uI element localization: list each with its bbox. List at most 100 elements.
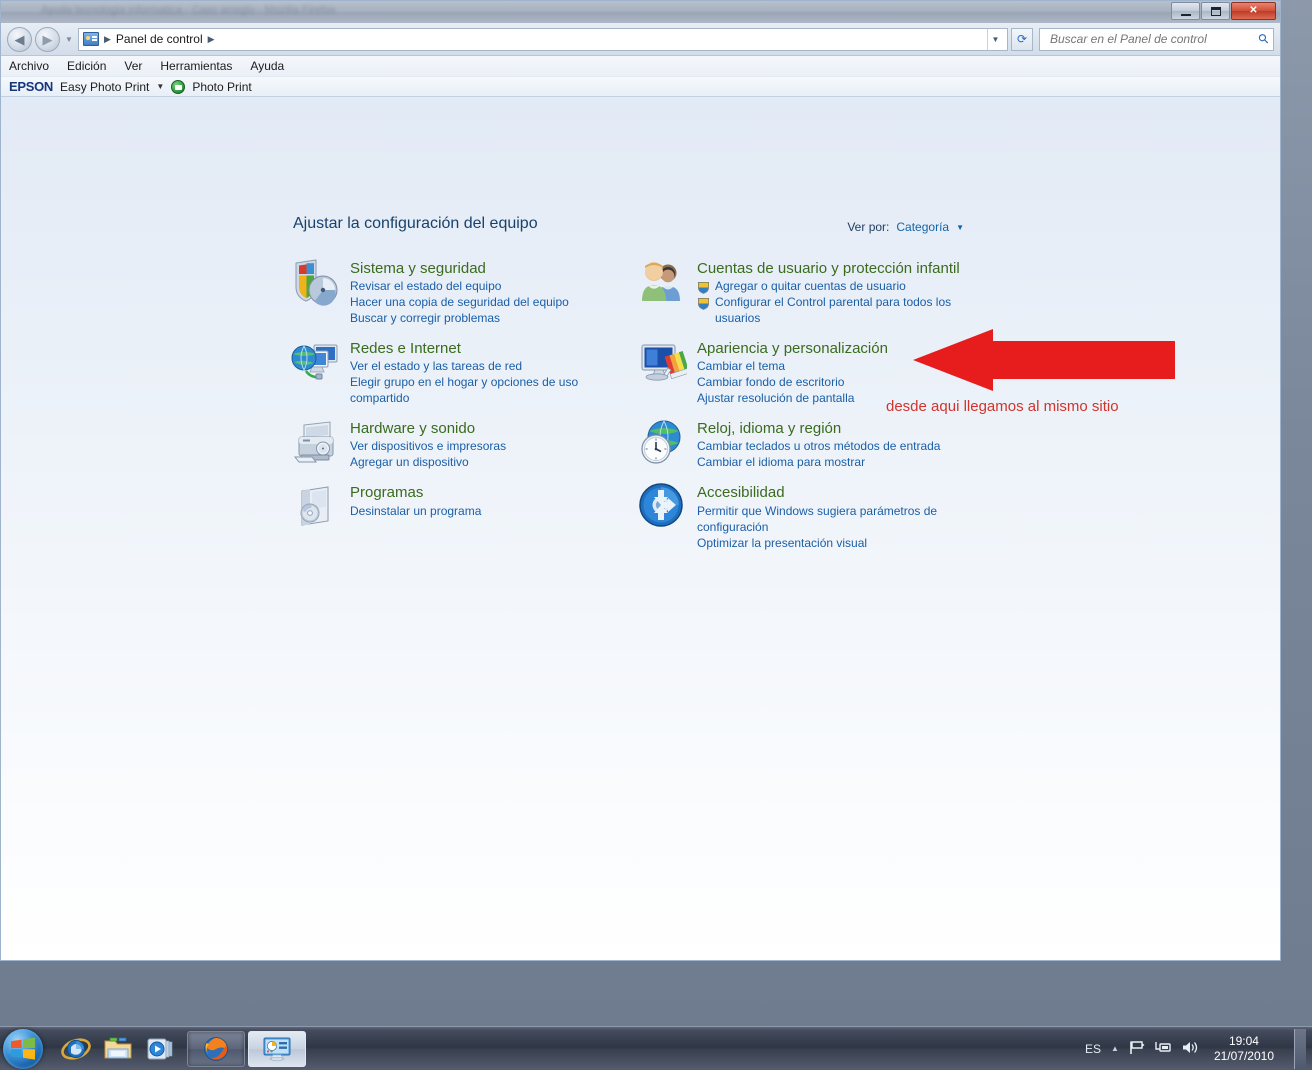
menu-ver[interactable]: Ver xyxy=(124,59,142,73)
accessibility-icon[interactable] xyxy=(637,481,687,531)
printer-icon[interactable] xyxy=(290,417,340,467)
breadcrumb-bar[interactable]: ▶ Panel de control ▶ ▼ xyxy=(78,27,1008,51)
category-link[interactable]: Desinstalar un programa xyxy=(350,504,481,520)
red-left-arrow-icon xyxy=(913,329,1175,396)
firefox-taskbar-button[interactable] xyxy=(187,1030,245,1067)
forward-button[interactable]: ▶ xyxy=(35,26,60,52)
control-panel-icon xyxy=(83,32,99,46)
category-programas: Programas Desinstalar un programa xyxy=(290,481,635,531)
flag-action-center-icon[interactable] xyxy=(1129,1040,1145,1058)
breadcrumb-item-control-panel[interactable]: Panel de control xyxy=(116,32,203,46)
show-hidden-icons-button[interactable]: ▲ xyxy=(1111,1044,1119,1053)
maximize-button[interactable] xyxy=(1201,2,1230,20)
window-title: Ayuda tecnologia informatica - Caso arre… xyxy=(41,4,336,16)
category-link[interactable]: Revisar el estado del equipo xyxy=(350,279,569,295)
programs-box-icon[interactable] xyxy=(290,481,340,531)
category-body: Programas Desinstalar un programa xyxy=(350,481,481,531)
category-title[interactable]: Accesibilidad xyxy=(697,484,959,501)
category-title[interactable]: Hardware y sonido xyxy=(350,420,506,437)
category-title[interactable]: Cuentas de usuario y protección infantil xyxy=(697,260,960,277)
annotation-text: desde aqui llegamos al mismo sitio xyxy=(886,398,1119,415)
page-title: Ajustar la configuración del equipo xyxy=(293,215,538,232)
category-link[interactable]: Elegir grupo en el hogar y opciones de u… xyxy=(350,375,612,407)
media-player-icon[interactable] xyxy=(141,1031,179,1067)
category-column-left: Sistema y seguridad Revisar el estado de… xyxy=(290,257,635,561)
window-titlebar: Ayuda tecnologia informatica - Caso arre… xyxy=(1,1,1280,23)
category-link[interactable]: Agregar o quitar cuentas de usuario xyxy=(697,279,959,295)
back-button[interactable]: ◀ xyxy=(7,26,32,52)
menu-ayuda[interactable]: Ayuda xyxy=(250,59,284,73)
breadcrumb-separator-icon[interactable]: ▶ xyxy=(207,34,216,45)
start-button[interactable] xyxy=(3,1028,43,1069)
view-by-label: Ver por: xyxy=(847,220,890,234)
view-by-value[interactable]: Categoría xyxy=(896,220,949,234)
category-link[interactable]: Permitir que Windows sugiera parámetros … xyxy=(697,504,959,536)
minimize-button[interactable] xyxy=(1171,2,1200,20)
link-label: Configurar el Control parental para todo… xyxy=(715,295,952,326)
category-title[interactable]: Programas xyxy=(350,484,481,501)
category-link[interactable]: Ver el estado y las tareas de red xyxy=(350,359,612,375)
search-input[interactable] xyxy=(1048,31,1260,47)
menu-archivo[interactable]: Archivo xyxy=(9,59,49,73)
clock-date: 21/07/2010 xyxy=(1213,1048,1274,1063)
category-link[interactable]: Optimizar la presentación visual xyxy=(697,536,959,552)
menu-herramientas[interactable]: Herramientas xyxy=(160,59,232,73)
category-title[interactable]: Redes e Internet xyxy=(350,340,612,357)
category-link[interactable]: Ajustar resolución de pantalla xyxy=(697,391,888,407)
link-label: Agregar o quitar cuentas de usuario xyxy=(715,279,906,294)
desktop: Ayuda tecnologia informatica - Caso arre… xyxy=(0,0,1312,1070)
category-link[interactable]: Buscar y corregir problemas xyxy=(350,311,569,327)
category-link[interactable]: Configurar el Control parental para todo… xyxy=(697,295,959,327)
language-indicator[interactable]: ES xyxy=(1085,1042,1101,1056)
network-icon[interactable] xyxy=(1155,1040,1171,1058)
quick-launch xyxy=(57,1031,179,1067)
system-tray: ES ▲ 19:04 21/07/2010 xyxy=(1085,1028,1312,1069)
chevron-down-icon[interactable]: ▼ xyxy=(956,223,964,232)
address-bar: ◀ ▶ ▼ ▶ Panel de control ▶ ▼ ⟳ ⚲ xyxy=(1,23,1280,56)
network-globe-icon[interactable] xyxy=(290,337,340,387)
uac-shield-icon xyxy=(698,298,709,310)
windows-explorer-icon[interactable] xyxy=(99,1031,137,1067)
category-body: Cuentas de usuario y protección infantil xyxy=(697,257,960,327)
refresh-button[interactable]: ⟳ xyxy=(1011,27,1033,51)
uac-shield-icon xyxy=(698,282,709,294)
category-link[interactable]: Ver dispositivos e impresoras xyxy=(350,439,506,455)
menu-bar: Archivo Edición Ver Herramientas Ayuda xyxy=(1,56,1280,77)
close-button[interactable]: ✕ xyxy=(1231,2,1276,20)
category-link[interactable]: Hacer una copia de seguridad del equipo xyxy=(350,295,569,311)
category-sistema-y-seguridad: Sistema y seguridad Revisar el estado de… xyxy=(290,257,635,327)
control-panel-taskbar-button[interactable] xyxy=(248,1030,306,1067)
category-body: Hardware y sonido Ver dispositivos e imp… xyxy=(350,417,506,471)
category-link[interactable]: Cambiar el idioma para mostrar xyxy=(697,455,940,471)
easy-photo-print-button[interactable]: Easy Photo Print xyxy=(60,80,149,94)
window-controls: ✕ xyxy=(1171,2,1276,20)
search-box[interactable]: ⚲ xyxy=(1039,27,1274,51)
category-body: Reloj, idioma y región Cambiar teclados … xyxy=(697,417,940,471)
category-title[interactable]: Apariencia y personalización xyxy=(697,340,888,357)
clock-globe-icon[interactable] xyxy=(637,417,687,467)
view-by-control: Ver por: Categoría ▼ xyxy=(847,220,964,234)
show-desktop-button[interactable] xyxy=(1294,1028,1306,1069)
chevron-down-icon[interactable]: ▼ xyxy=(156,82,164,91)
taskbar: ES ▲ 19:04 21/07/2010 xyxy=(0,1026,1312,1070)
volume-icon[interactable] xyxy=(1181,1040,1198,1058)
display-palette-icon[interactable] xyxy=(637,337,691,387)
internet-explorer-icon[interactable] xyxy=(57,1031,95,1067)
history-dropdown-icon[interactable]: ▼ xyxy=(63,35,75,44)
users-icon[interactable] xyxy=(637,257,687,307)
photo-print-icon xyxy=(171,79,186,94)
clock-time: 19:04 xyxy=(1228,1033,1259,1048)
security-shield-icon[interactable] xyxy=(290,257,340,307)
category-link[interactable]: Cambiar teclados u otros métodos de entr… xyxy=(697,439,940,455)
category-title[interactable]: Reloj, idioma y región xyxy=(697,420,940,437)
menu-edicion[interactable]: Edición xyxy=(67,59,106,73)
category-link[interactable]: Cambiar fondo de escritorio xyxy=(697,375,888,391)
category-link[interactable]: Agregar un dispositivo xyxy=(350,455,506,471)
address-dropdown-icon[interactable]: ▼ xyxy=(987,28,1003,50)
epson-toolbar: EPSON Easy Photo Print ▼ Photo Print xyxy=(1,77,1280,97)
clock[interactable]: 19:04 21/07/2010 xyxy=(1208,1034,1280,1064)
category-link[interactable]: Cambiar el tema xyxy=(697,359,888,375)
category-title[interactable]: Sistema y seguridad xyxy=(350,260,569,277)
category-reloj-idioma-y-region: Reloj, idioma y región Cambiar teclados … xyxy=(637,417,1067,471)
photo-print-button[interactable]: Photo Print xyxy=(192,80,251,94)
